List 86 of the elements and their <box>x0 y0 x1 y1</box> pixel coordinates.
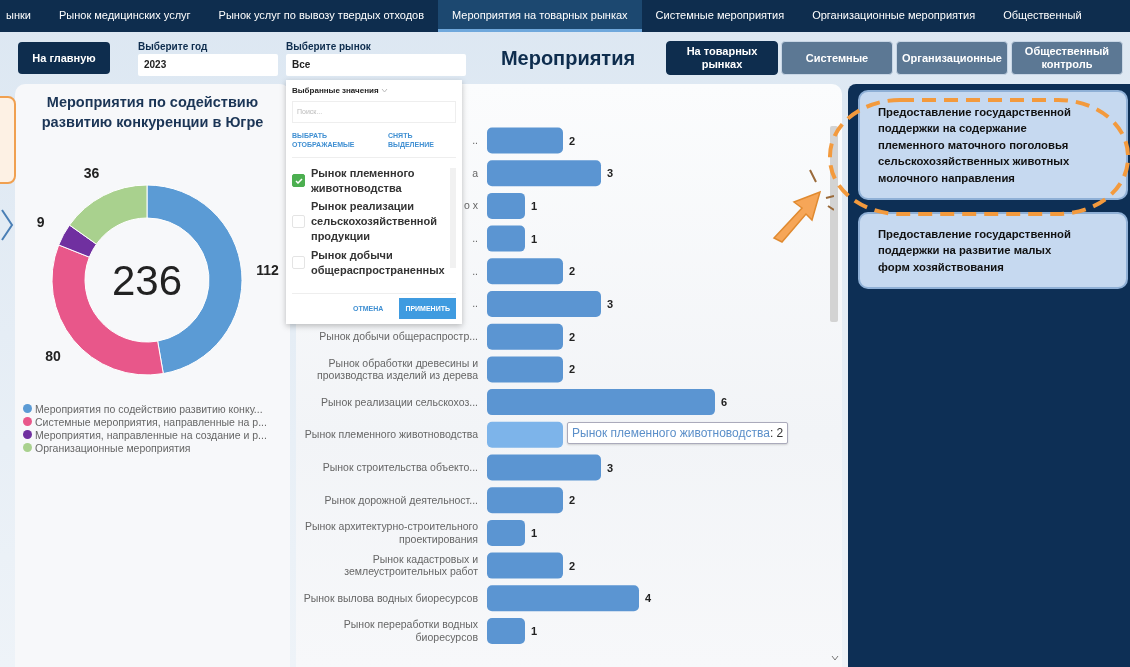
slice-value: 80 <box>45 347 61 364</box>
market-label: Выберите рынок <box>286 40 372 52</box>
view-button[interactable]: Общественный контроль <box>1011 41 1123 75</box>
home-button[interactable]: На главную <box>18 42 110 74</box>
bar[interactable] <box>487 258 563 285</box>
nav-tab[interactable]: Мероприятия на товарных рынках <box>438 0 642 32</box>
bar-value: 2 <box>569 559 576 572</box>
scroll-down-icon[interactable] <box>831 655 839 661</box>
checkmark-icon <box>294 177 303 184</box>
scrollbar[interactable] <box>830 126 838 322</box>
checkbox[interactable] <box>292 174 305 188</box>
legend-label[interactable]: Системные мероприятия, направленные на р... <box>35 415 267 428</box>
legend-label[interactable]: Организационные мероприятия <box>35 441 191 454</box>
nav-tab[interactable]: Рынок медицинских услуг <box>44 0 205 32</box>
nav-tab[interactable]: Рынок услуг по вывозу твердых отходов <box>204 0 439 32</box>
page-title: Мероприятия <box>499 46 637 70</box>
bar-label: о х <box>464 199 478 212</box>
nav-tab[interactable]: Организационные мероприятия <box>798 0 990 32</box>
bar[interactable] <box>487 192 525 219</box>
bar[interactable] <box>487 356 563 383</box>
bar-value: 1 <box>531 625 538 637</box>
bar[interactable] <box>487 323 563 350</box>
tooltip: Рынок племенного животноводства: 2 <box>567 422 789 445</box>
bar-value: 2 <box>569 134 576 147</box>
info-card[interactable]: Предоставление государственной поддержки на развитие малых форм хозяйствования <box>858 211 1128 289</box>
bar-label: Рынок добычи общераспростр... <box>319 330 478 343</box>
bar-label: Рынок переработки водных биоресурсов <box>342 618 478 644</box>
option-label[interactable]: Рынок племенного животноводства <box>311 165 444 196</box>
bar[interactable] <box>487 519 525 546</box>
bar[interactable] <box>487 454 601 481</box>
bar-value: 4 <box>645 592 652 605</box>
bar[interactable] <box>487 389 715 416</box>
bar-label: Рынок дорожной деятельност... <box>324 493 478 507</box>
nav-tab[interactable]: Системные мероприятия <box>641 0 799 32</box>
bar-value: 2 <box>569 363 576 376</box>
bar-label: .. <box>472 232 478 245</box>
year-label: Выберите год <box>138 40 209 52</box>
bar-label: а <box>472 166 478 180</box>
info-card[interactable]: Предоставление государственной поддержки на содержание племенного маточного поголовья сельскохозяйственных животных молочного направления <box>858 90 1128 200</box>
view-button[interactable]: Организационные <box>896 41 1008 75</box>
year-select[interactable]: 2023 <box>138 53 278 76</box>
bar-label: .. <box>472 297 478 311</box>
bar[interactable] <box>487 487 563 514</box>
bar-value: 2 <box>569 330 576 343</box>
bar-value: 2 <box>569 494 576 507</box>
bar[interactable] <box>487 552 563 579</box>
caret-icon <box>380 87 388 93</box>
bar[interactable] <box>487 127 563 154</box>
bar-value: 3 <box>607 461 614 474</box>
nav-tab[interactable]: ынки <box>0 0 45 32</box>
bar[interactable] <box>487 225 525 252</box>
dropdown-heading: Выбранные значения <box>292 85 379 95</box>
view-button[interactable]: На товарных рынках <box>666 41 778 75</box>
option-label[interactable]: Рынок реализации сельскохозяйственной продукции <box>311 199 444 244</box>
bar-value: 1 <box>531 199 538 212</box>
bar-label: Рынок вылова водных биоресурсов <box>303 591 478 605</box>
slice-value: 112 <box>256 261 279 278</box>
bar-label: Рынок реализации сельскохоз... <box>321 395 478 409</box>
bar-label: Рынок племенного животноводства <box>304 428 478 441</box>
bar-label: Рынок обработки древесины и производства изделий из дерева <box>316 356 478 382</box>
option-label[interactable]: Рынок добычи общераспространенных <box>311 247 445 278</box>
slice-value: 9 <box>36 213 45 230</box>
bar-label: .. <box>472 264 478 278</box>
bar-label: Рынок кадастровых и землеустроительных работ <box>343 552 478 578</box>
bar-value: 3 <box>607 167 614 180</box>
bar-value: 2 <box>569 265 576 278</box>
bar-value: 1 <box>531 526 538 539</box>
slice-value: 36 <box>83 166 100 181</box>
nav-tab[interactable]: Общественный <box>989 0 1096 32</box>
bar[interactable] <box>487 160 601 187</box>
bar-label: Рынок архитектурно-строительного проектирования <box>303 520 478 546</box>
view-button[interactable]: Системные <box>781 41 893 75</box>
bar-value: 6 <box>721 396 728 409</box>
legend-label[interactable]: Мероприятия по содействию развитию конку... <box>35 402 263 415</box>
bar[interactable] <box>487 618 525 644</box>
legend-label[interactable]: Мероприятия, направленные на создание и р... <box>35 428 267 441</box>
chart-title: Мероприятия по содействию развитию конкуренции в Югре <box>40 93 265 133</box>
bar-value: 1 <box>531 232 538 245</box>
bar[interactable] <box>487 585 639 612</box>
market-select[interactable]: Все <box>286 53 466 76</box>
bar-value: 3 <box>607 298 614 310</box>
bar-label: .. <box>472 134 478 147</box>
chevron-icon <box>0 208 14 242</box>
bar-label: Рынок строительства объекто... <box>322 460 478 474</box>
total-value: 236 <box>111 256 183 304</box>
bar[interactable] <box>487 421 563 448</box>
